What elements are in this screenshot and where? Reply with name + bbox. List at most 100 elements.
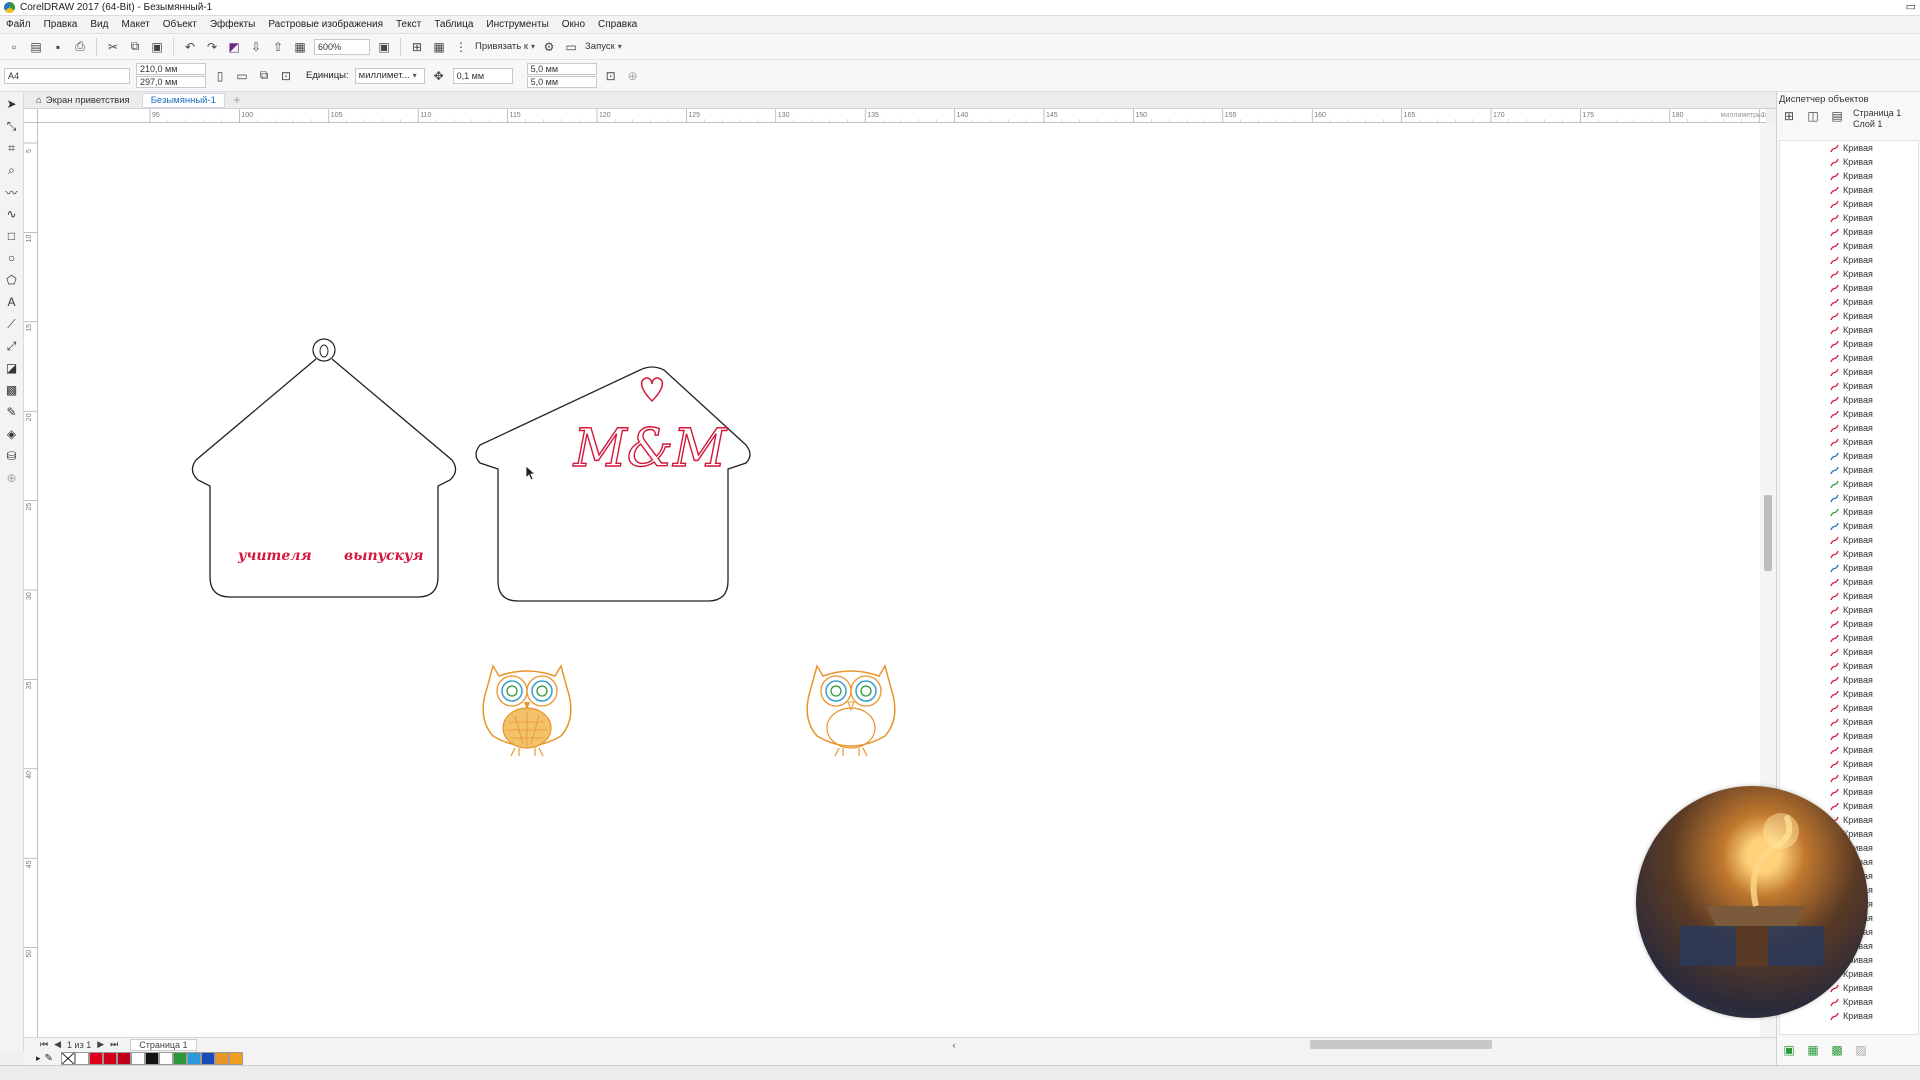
open-icon[interactable]: ▤	[28, 39, 44, 55]
portrait-icon[interactable]: ▯	[212, 68, 228, 84]
last-page-icon[interactable]: ⏭	[110, 1039, 118, 1050]
layer-options-icon[interactable]: ⊞	[1781, 108, 1797, 124]
freehand-tool-icon[interactable]: 〰	[4, 184, 20, 200]
new-layer-icon[interactable]: ▣	[1781, 1042, 1797, 1058]
new-master-layer-all-icon[interactable]: ▩	[1829, 1042, 1845, 1058]
object-tree-item[interactable]: Кривая	[1780, 673, 1918, 687]
treat-as-filled-icon[interactable]: ⊡	[603, 68, 619, 84]
delete-layer-icon[interactable]: ▨	[1853, 1042, 1869, 1058]
house-tag-left[interactable]: учителя выпускуя	[191, 338, 457, 598]
landscape-icon[interactable]: ▭	[234, 68, 250, 84]
object-tree-item[interactable]: Кривая	[1780, 407, 1918, 421]
paste-icon[interactable]: ▣	[149, 39, 165, 55]
color-swatch[interactable]	[102, 1051, 117, 1065]
menu-window[interactable]: Окно	[562, 19, 585, 30]
import-icon[interactable]: ⇩	[248, 39, 264, 55]
house-tag-right[interactable]: M&M	[475, 366, 751, 602]
next-page-icon[interactable]: ▶	[97, 1039, 104, 1050]
text-tool-icon[interactable]: A	[4, 294, 20, 310]
object-tree-item[interactable]: Кривая	[1780, 743, 1918, 757]
scroll-left-icon[interactable]: ‹	[953, 1040, 956, 1050]
eyedropper-palette-icon[interactable]: ✎	[45, 1053, 53, 1064]
object-tree-item[interactable]: Кривая	[1780, 435, 1918, 449]
object-tree-item[interactable]: Кривая	[1780, 659, 1918, 673]
color-swatch[interactable]	[228, 1051, 243, 1065]
object-tree-item[interactable]: Кривая	[1780, 491, 1918, 505]
rectangle-tool-icon[interactable]: □	[4, 228, 20, 244]
menu-tools[interactable]: Инструменты	[486, 19, 548, 30]
artistic-media-icon[interactable]: ∿	[4, 206, 20, 222]
menu-help[interactable]: Справка	[598, 19, 637, 30]
launch-dropdown[interactable]: Запуск	[585, 41, 622, 52]
color-swatch[interactable]	[144, 1051, 159, 1065]
publish-pdf-icon[interactable]: ▦	[292, 39, 308, 55]
menu-effects[interactable]: Эффекты	[210, 19, 255, 30]
object-tree-item[interactable]: Кривая	[1780, 715, 1918, 729]
object-tree-item[interactable]: Кривая	[1780, 155, 1918, 169]
duplicate-x-field[interactable]: 5,0 мм	[526, 63, 597, 75]
pick-tool-icon[interactable]: ➤	[4, 96, 20, 112]
object-tree-item[interactable]: Кривая	[1780, 729, 1918, 743]
object-tree-item[interactable]: Кривая	[1780, 253, 1918, 267]
object-tree-item[interactable]: Кривая	[1780, 323, 1918, 337]
window-controls-icon[interactable]: ▭	[1906, 0, 1916, 13]
copy-icon[interactable]: ⧉	[127, 39, 143, 55]
color-swatch[interactable]	[186, 1051, 201, 1065]
page-size-select[interactable]: A4	[4, 67, 130, 84]
all-pages-icon[interactable]: ⧉	[256, 68, 272, 84]
object-tree-item[interactable]: Кривая	[1780, 351, 1918, 365]
object-tree-item[interactable]: Кривая	[1780, 379, 1918, 393]
object-tree-item[interactable]: Кривая	[1780, 757, 1918, 771]
owl-left[interactable]	[482, 664, 572, 757]
object-tree-item[interactable]: Кривая	[1780, 365, 1918, 379]
show-grid-icon[interactable]: ▦	[431, 39, 447, 55]
no-color-swatch[interactable]	[60, 1051, 75, 1065]
object-tree-item[interactable]: Кривая	[1780, 603, 1918, 617]
new-master-layer-icon[interactable]: ▦	[1805, 1042, 1821, 1058]
tab-document[interactable]: Безымянный-1	[141, 92, 225, 108]
menu-file[interactable]: Файл	[6, 19, 31, 30]
object-tree-item[interactable]: Кривая	[1780, 519, 1918, 533]
object-tree-item[interactable]: Кривая	[1780, 169, 1918, 183]
menu-table[interactable]: Таблица	[434, 19, 473, 30]
color-swatch[interactable]	[200, 1051, 215, 1065]
eyedropper-icon[interactable]: ✎	[4, 404, 20, 420]
parallel-dimension-icon[interactable]: ⟋	[4, 316, 20, 332]
nudge-distance-field[interactable]: 0,1 мм	[452, 67, 513, 84]
color-swatch[interactable]	[158, 1051, 173, 1065]
zoom-level-field[interactable]: 600%	[314, 38, 370, 55]
object-tree-item[interactable]: Кривая	[1780, 267, 1918, 281]
units-dropdown[interactable]: миллимет...	[354, 67, 425, 84]
horizontal-ruler[interactable]: 95 100 105 110 115 120 125 130 135 140 145 150 155 16…	[38, 109, 1766, 123]
vertical-scrollbar-thumb[interactable]	[1764, 495, 1772, 571]
menu-edit[interactable]: Правка	[44, 19, 78, 30]
object-tree-item[interactable]: Кривая	[1780, 771, 1918, 785]
object-tree-item[interactable]: Кривая	[1780, 211, 1918, 225]
snap-to-dropdown[interactable]: Привязать к	[475, 41, 535, 52]
print-icon[interactable]: ⎙	[72, 39, 88, 55]
menu-layout[interactable]: Макет	[121, 19, 149, 30]
search-content-icon[interactable]: ◩	[226, 39, 242, 55]
new-document-icon[interactable]: ▫	[6, 39, 22, 55]
object-tree-item[interactable]: Кривая	[1780, 477, 1918, 491]
page-height-field[interactable]: 297,0 мм	[136, 76, 206, 88]
object-tree-item[interactable]: Кривая	[1780, 505, 1918, 519]
zoom-tool-icon[interactable]: ⌕	[4, 162, 20, 178]
object-tree-item[interactable]: Кривая	[1780, 197, 1918, 211]
interactive-fill-icon[interactable]: ◈	[4, 426, 20, 442]
show-rulers-icon[interactable]: ⊞	[409, 39, 425, 55]
tab-welcome-screen[interactable]: ⌂ Экран приветствия	[28, 94, 138, 107]
color-swatch[interactable]	[172, 1051, 187, 1065]
smart-fill-icon[interactable]: ⛁	[4, 448, 20, 464]
show-guides-icon[interactable]: ⋮	[453, 39, 469, 55]
object-tree-item[interactable]: Кривая	[1780, 589, 1918, 603]
horizontal-scrollbar-thumb[interactable]	[1310, 1040, 1492, 1049]
object-tree-item[interactable]: Кривая	[1780, 141, 1918, 155]
color-swatch[interactable]	[214, 1051, 229, 1065]
color-swatch[interactable]	[74, 1051, 89, 1065]
new-tab-icon[interactable]: +	[229, 92, 245, 108]
object-tree-item[interactable]: Кривая	[1780, 1009, 1918, 1023]
object-tree-item[interactable]: Кривая	[1780, 701, 1918, 715]
object-tree-item[interactable]: Кривая	[1780, 225, 1918, 239]
menu-text[interactable]: Текст	[396, 19, 421, 30]
